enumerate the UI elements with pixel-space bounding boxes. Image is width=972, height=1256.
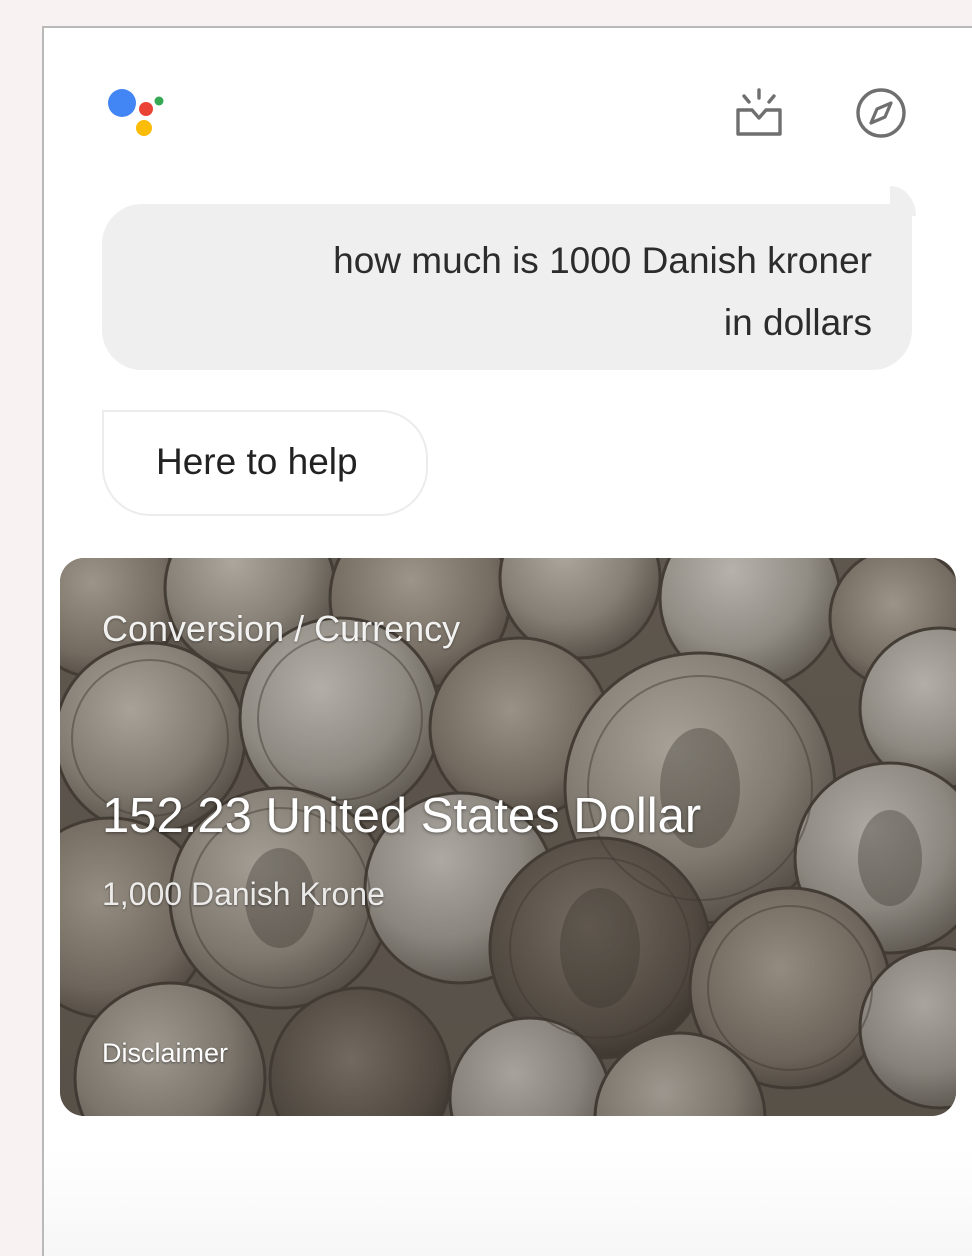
currency-conversion-card[interactable]: Conversion / Currency 152.23 United Stat… bbox=[60, 558, 956, 1116]
input-area bbox=[44, 1148, 972, 1256]
assistant-reply-bubble: Here to help bbox=[102, 410, 428, 516]
user-query-line-2: in dollars bbox=[723, 302, 872, 343]
card-category-label: Conversion / Currency bbox=[102, 608, 461, 649]
conversion-result: 152.23 United States Dollar bbox=[102, 789, 702, 843]
assistant-screen: how much is 1000 Danish kroner in dollar… bbox=[42, 26, 972, 1256]
user-query-bubble: how much is 1000 Danish kroner in dollar… bbox=[102, 204, 912, 370]
assistant-reply-text: Here to help bbox=[156, 441, 358, 482]
whats-new-icon[interactable] bbox=[730, 84, 788, 142]
user-query-line-1: how much is 1000 Danish kroner bbox=[333, 240, 872, 281]
google-assistant-logo-icon[interactable] bbox=[104, 86, 166, 142]
explore-compass-icon[interactable] bbox=[852, 84, 910, 142]
conversion-source-amount: 1,000 Danish Krone bbox=[102, 876, 385, 912]
disclaimer-link[interactable]: Disclaimer bbox=[102, 1038, 228, 1069]
